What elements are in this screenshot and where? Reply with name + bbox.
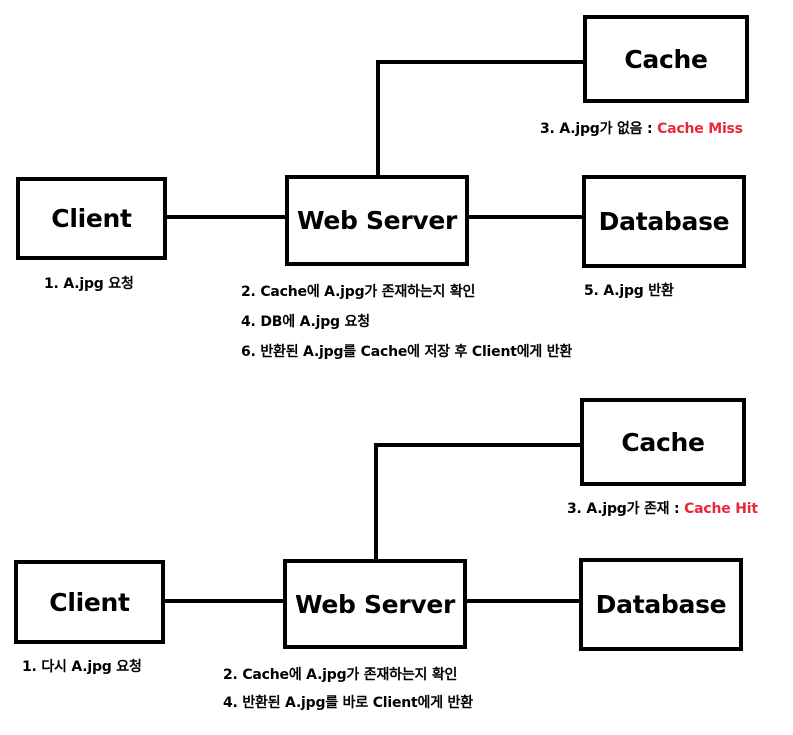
node-cache: Cache — [583, 15, 749, 103]
node-client-label: Client — [49, 587, 130, 617]
connector-webserver-cache-horizontal — [374, 443, 584, 447]
note-step5: 5. A.jpg 반환 — [584, 283, 674, 299]
note-step3: 3. A.jpg가 없음 : Cache Miss — [540, 118, 743, 138]
note-step4: 4. 반환된 A.jpg를 바로 Client에게 반환 — [223, 695, 473, 711]
cache-miss-label: Cache Miss — [657, 121, 743, 137]
node-client-label: Client — [51, 204, 132, 233]
node-cache: Cache — [580, 398, 746, 486]
note-step6: 6. 반환된 A.jpg를 Cache에 저장 후 Client에게 반환 — [241, 344, 573, 360]
node-database-label: Database — [598, 207, 730, 236]
note-step2: 2. Cache에 A.jpg가 존재하는지 확인 — [241, 284, 476, 300]
note-step4: 4. DB에 A.jpg 요청 — [241, 314, 370, 330]
note-step1: 1. A.jpg 요청 — [44, 276, 134, 292]
node-cache-label: Cache — [624, 44, 708, 74]
note-step2: 2. Cache에 A.jpg가 존재하는지 확인 — [223, 667, 458, 683]
note-step3-text: 3. A.jpg가 존재 : — [567, 501, 685, 517]
node-web-server-label: Web Server — [294, 589, 456, 619]
node-cache-label: Cache — [621, 427, 705, 457]
note-step1: 1. 다시 A.jpg 요청 — [22, 659, 142, 675]
node-web-server: Web Server — [283, 559, 467, 649]
note-step3: 3. A.jpg가 존재 : Cache Hit — [567, 498, 758, 518]
connector-webserver-cache-vertical — [376, 60, 380, 177]
connector-webserver-database — [464, 599, 582, 603]
cache-hit-label: Cache Hit — [684, 501, 758, 517]
node-client: Client — [14, 560, 165, 644]
connector-client-webserver — [162, 599, 286, 603]
node-database: Database — [582, 175, 746, 268]
connector-client-webserver — [164, 215, 288, 219]
note-step3-text: 3. A.jpg가 없음 : — [540, 121, 658, 137]
node-web-server-label: Web Server — [296, 206, 458, 235]
node-web-server: Web Server — [285, 175, 469, 266]
connector-webserver-cache-vertical — [374, 443, 378, 561]
node-database-label: Database — [595, 590, 727, 619]
connector-webserver-database — [466, 215, 584, 219]
connector-webserver-cache-horizontal — [376, 60, 586, 64]
node-database: Database — [579, 558, 743, 651]
node-client: Client — [16, 177, 167, 260]
